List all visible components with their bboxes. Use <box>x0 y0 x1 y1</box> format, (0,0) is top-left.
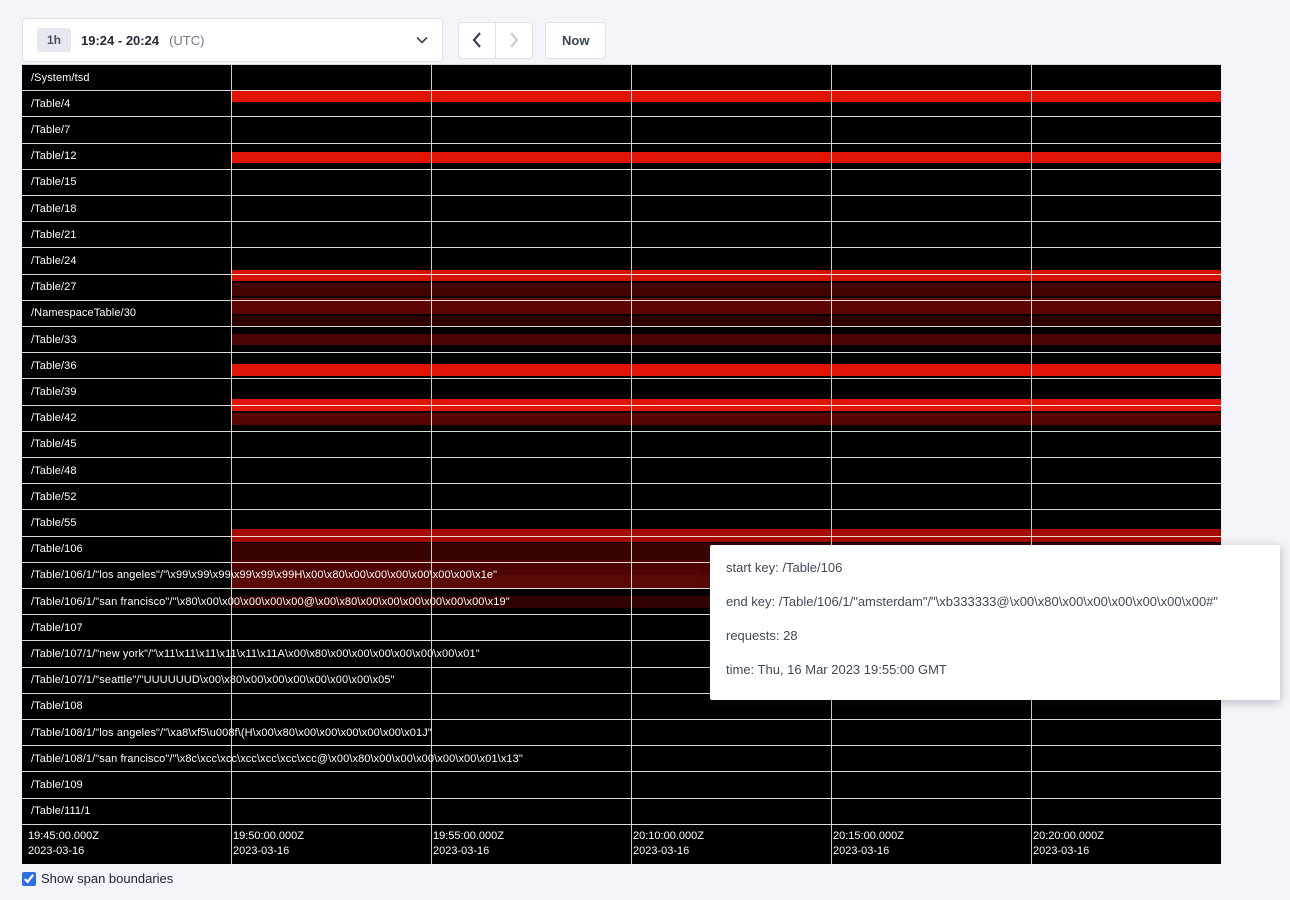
key-span-label: /Table/108 <box>22 700 83 712</box>
time-nav-group <box>458 22 533 59</box>
tooltip-time: time: Thu, 16 Mar 2023 19:55:00 GMT <box>726 662 1264 677</box>
key-span-row[interactable]: /Table/39 <box>22 379 1221 405</box>
key-span-label: /Table/106 <box>22 543 83 555</box>
time-tick: 20:15:00.000Z2023-03-16 <box>833 829 904 859</box>
key-span-row[interactable]: /Table/21 <box>22 222 1221 248</box>
key-span-label: /Table/42 <box>22 412 77 424</box>
key-span-row[interactable]: /System/tsd <box>22 65 1221 91</box>
key-span-row[interactable]: /Table/111/1 <box>22 799 1221 825</box>
show-span-boundaries-label: Show span boundaries <box>41 871 173 886</box>
prev-range-button[interactable] <box>458 22 496 59</box>
key-span-label: /Table/21 <box>22 229 77 241</box>
range-text: 19:24 - 20:24 <box>81 33 159 48</box>
key-span-label: /System/tsd <box>22 72 90 84</box>
key-span-row[interactable]: /Table/33 <box>22 327 1221 353</box>
range-duration-badge: 1h <box>37 28 71 52</box>
time-tick: 20:10:00.000Z2023-03-16 <box>633 829 704 859</box>
key-span-label: /Table/27 <box>22 281 77 293</box>
key-span-row[interactable]: /Table/109 <box>22 772 1221 798</box>
next-range-button[interactable] <box>495 22 533 59</box>
time-tick: 19:50:00.000Z2023-03-16 <box>233 829 304 859</box>
tooltip-requests: requests: 28 <box>726 628 1264 643</box>
time-tick: 20:20:00.000Z2023-03-16 <box>1033 829 1104 859</box>
key-span-label: /Table/107/1/"seattle"/"UUUUUUD\x00\x80\… <box>22 674 395 686</box>
key-span-label: /Table/48 <box>22 465 77 477</box>
key-span-label: /Table/39 <box>22 386 77 398</box>
range-timezone: (UTC) <box>169 33 204 48</box>
key-span-label: /Table/4 <box>22 98 70 110</box>
key-span-label: /Table/111/1 <box>22 805 91 817</box>
key-span-label: /Table/106/1/"los angeles"/"\x99\x99\x99… <box>22 569 497 581</box>
key-span-label: /Table/107/1/"new york"/"\x11\x11\x11\x1… <box>22 648 480 660</box>
key-span-label: /Table/55 <box>22 517 77 529</box>
key-span-row[interactable]: /Table/55 <box>22 510 1221 536</box>
key-span-label: /Table/33 <box>22 334 77 346</box>
key-span-label: /Table/7 <box>22 124 70 136</box>
key-span-row[interactable]: /Table/52 <box>22 484 1221 510</box>
key-span-label: /Table/108/1/"los angeles"/"\xa8\xf5\u00… <box>22 727 432 739</box>
key-span-row[interactable]: /Table/7 <box>22 117 1221 143</box>
show-span-boundaries-checkbox[interactable] <box>22 872 36 886</box>
key-span-row[interactable]: /Table/36 <box>22 353 1221 379</box>
key-visualizer-page: 1h 19:24 - 20:24 (UTC) Now /System/tsd/ <box>0 0 1290 900</box>
key-visualizer-canvas[interactable]: /System/tsd/Table/4/Table/7/Table/12/Tab… <box>22 64 1221 864</box>
key-span-label: /Table/24 <box>22 255 77 267</box>
chevron-left-icon <box>472 32 482 48</box>
key-span-label: /Table/12 <box>22 150 77 162</box>
time-tick: 19:55:00.000Z2023-03-16 <box>433 829 504 859</box>
key-span-row[interactable]: /Table/48 <box>22 458 1221 484</box>
key-span-row[interactable]: /Table/108/1/"los angeles"/"\xa8\xf5\u00… <box>22 720 1221 746</box>
key-span-row[interactable]: /Table/42 <box>22 406 1221 432</box>
key-span-row[interactable]: /Table/24 <box>22 248 1221 274</box>
key-span-label: /NamespaceTable/30 <box>22 307 136 319</box>
key-span-row[interactable]: /Table/12 <box>22 144 1221 170</box>
key-span-label: /Table/15 <box>22 176 77 188</box>
key-span-label: /Table/107 <box>22 622 83 634</box>
key-rows: /System/tsd/Table/4/Table/7/Table/12/Tab… <box>22 64 1221 824</box>
key-span-label: /Table/36 <box>22 360 77 372</box>
key-span-row[interactable]: /Table/108/1/"san francisco"/"\x8c\xcc\x… <box>22 746 1221 772</box>
time-tick: 19:45:00.000Z2023-03-16 <box>28 829 99 859</box>
key-span-row[interactable]: /NamespaceTable/30 <box>22 301 1221 327</box>
key-span-row[interactable]: /Table/27 <box>22 275 1221 301</box>
key-span-label: /Table/45 <box>22 438 77 450</box>
time-axis: 19:45:00.000Z2023-03-16 19:50:00.000Z2023… <box>22 824 1221 864</box>
time-range-selector[interactable]: 1h 19:24 - 20:24 (UTC) <box>22 18 443 62</box>
key-span-row[interactable]: /Table/18 <box>22 196 1221 222</box>
key-span-label: /Table/106/1/"san francisco"/"\x80\x00\x… <box>22 596 510 608</box>
chevron-down-icon <box>416 36 428 44</box>
key-span-label: /Table/52 <box>22 491 77 503</box>
key-span-label: /Table/18 <box>22 203 77 215</box>
key-span-row[interactable]: /Table/15 <box>22 170 1221 196</box>
show-span-boundaries-control: Show span boundaries <box>22 871 1290 886</box>
key-span-row[interactable]: /Table/45 <box>22 432 1221 458</box>
span-tooltip: start key: /Table/106 end key: /Table/10… <box>710 545 1280 700</box>
tooltip-end-key: end key: /Table/106/1/"amsterdam"/"\xb33… <box>726 594 1264 609</box>
now-button[interactable]: Now <box>545 22 606 59</box>
key-span-label: /Table/108/1/"san francisco"/"\x8c\xcc\x… <box>22 753 523 765</box>
chevron-right-icon <box>509 32 519 48</box>
key-span-label: /Table/109 <box>22 779 83 791</box>
key-span-row[interactable]: /Table/4 <box>22 91 1221 117</box>
tooltip-start-key: start key: /Table/106 <box>726 560 1264 575</box>
toolbar: 1h 19:24 - 20:24 (UTC) Now <box>0 0 1290 62</box>
